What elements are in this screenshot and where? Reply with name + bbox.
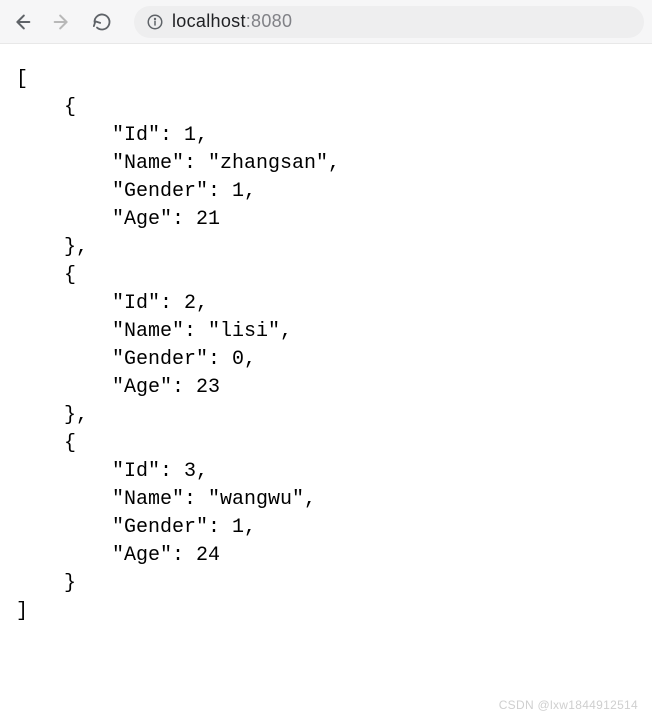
back-button[interactable] bbox=[8, 8, 36, 36]
url-host: localhost bbox=[172, 11, 246, 31]
url-text: localhost:8080 bbox=[172, 11, 292, 32]
reload-icon bbox=[92, 12, 112, 32]
url-port: :8080 bbox=[246, 11, 293, 31]
address-bar[interactable]: localhost:8080 bbox=[134, 6, 644, 38]
arrow-right-icon bbox=[51, 11, 73, 33]
site-info-icon[interactable] bbox=[146, 13, 164, 31]
json-response-body: [ { "Id": 1, "Name": "zhangsan", "Gender… bbox=[0, 44, 652, 648]
reload-button[interactable] bbox=[88, 8, 116, 36]
forward-button[interactable] bbox=[48, 8, 76, 36]
browser-toolbar: localhost:8080 bbox=[0, 0, 652, 44]
watermark-text: CSDN @lxw1844912514 bbox=[499, 698, 638, 712]
arrow-left-icon bbox=[11, 11, 33, 33]
